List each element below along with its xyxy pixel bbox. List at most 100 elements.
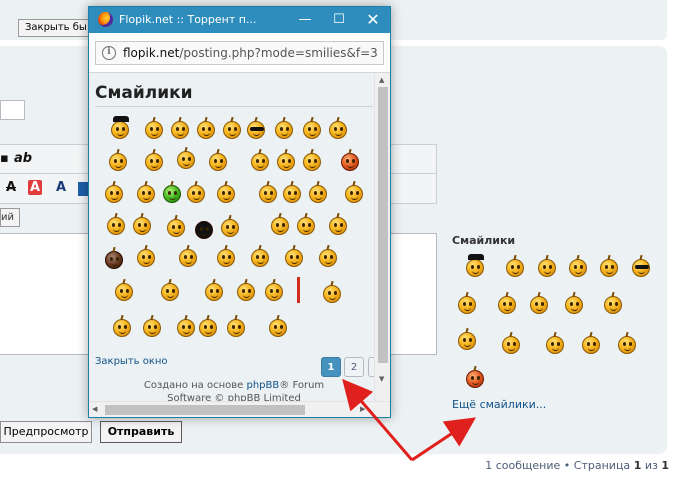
smiley-icon[interactable] (275, 116, 293, 139)
smiley-icon[interactable] (466, 254, 484, 277)
smiley-icon[interactable] (171, 116, 189, 139)
smiley-icon[interactable] (271, 212, 289, 235)
smiley-icon[interactable] (269, 314, 287, 337)
smiley-icon[interactable] (341, 148, 359, 171)
smiley-icon[interactable] (133, 212, 151, 235)
smiley-icon[interactable] (604, 291, 622, 314)
info-icon[interactable]: i (102, 46, 116, 60)
smiley-icon[interactable] (569, 254, 587, 277)
phpbb-link[interactable]: phpBB (247, 380, 280, 391)
smiley-icon[interactable] (265, 278, 283, 301)
smiley-icon[interactable] (618, 331, 636, 354)
smiley-icon[interactable] (297, 212, 315, 235)
smiley-icon[interactable] (137, 244, 155, 267)
smiley-icon[interactable] (113, 314, 131, 337)
smiley-icon[interactable] (251, 148, 269, 171)
smiley-icon[interactable] (498, 291, 516, 314)
strike-icon[interactable]: A (6, 180, 16, 195)
smiley-icon[interactable] (329, 116, 347, 139)
smiley-icon[interactable] (217, 244, 235, 267)
vertical-scrollbar[interactable]: ▲ ▼ (374, 73, 390, 401)
scroll-right-icon[interactable]: ▶ (360, 405, 365, 413)
smiley-icon[interactable] (458, 291, 476, 314)
smiley-icon[interactable] (221, 214, 239, 237)
smiley-icon[interactable] (466, 365, 484, 388)
smiley-icon[interactable] (319, 244, 337, 267)
scroll-down-icon[interactable]: ▼ (379, 375, 384, 383)
smiley-icon[interactable] (199, 314, 217, 337)
page-button-1[interactable]: 1 (321, 357, 341, 377)
smiley-icon[interactable] (237, 278, 255, 301)
smiley-icon[interactable] (209, 148, 227, 171)
page-button-2[interactable]: 2 (344, 357, 364, 377)
smiley-icon[interactable] (105, 246, 123, 269)
smiley-icon[interactable] (259, 180, 277, 203)
scroll-left-icon[interactable]: ◀ (92, 405, 97, 413)
window-titlebar[interactable]: Flopik.net :: Торрент п... — ☐ ✕ (89, 7, 390, 33)
font-size-icon[interactable]: A (56, 180, 66, 195)
preview-button[interactable]: Предпросмотр (0, 421, 92, 443)
smiley-icon[interactable] (145, 148, 163, 171)
smiley-icon[interactable] (277, 148, 295, 171)
smiley-icon[interactable] (600, 254, 618, 277)
smiley-icon[interactable] (345, 180, 363, 203)
smiley-icon[interactable] (247, 116, 265, 139)
bar-icon[interactable] (297, 277, 300, 303)
smiley-icon[interactable] (582, 331, 600, 354)
image-icon[interactable]: ▪ (0, 151, 9, 166)
smiley-icon[interactable] (546, 331, 564, 354)
smiley-icon[interactable] (329, 212, 347, 235)
smiley-icon[interactable] (309, 180, 327, 203)
smiley-icon[interactable] (145, 116, 163, 139)
smiley-icon[interactable] (323, 280, 341, 303)
smiley-icon[interactable] (105, 180, 123, 203)
smiley-icon[interactable] (161, 278, 179, 301)
maximize-icon[interactable]: ☐ (322, 7, 356, 33)
smiley-icon[interactable] (502, 331, 520, 354)
smiley-icon[interactable] (187, 180, 205, 203)
smiley-icon[interactable] (109, 148, 127, 171)
smiley-icon[interactable] (506, 254, 524, 277)
bomb-icon[interactable] (195, 221, 213, 239)
minimize-icon[interactable]: — (288, 7, 322, 33)
smiley-icon[interactable] (303, 148, 321, 171)
smiley-icon[interactable] (632, 254, 650, 277)
smiley-icon[interactable] (227, 314, 245, 337)
smiley-icon[interactable] (205, 278, 223, 301)
smiley-icon[interactable] (177, 314, 195, 337)
scroll-up-icon[interactable]: ▲ (379, 76, 384, 84)
smiley-icon[interactable] (223, 116, 241, 139)
smiley-icon[interactable] (143, 314, 161, 337)
smiley-icon[interactable] (177, 146, 195, 169)
smiley-icon[interactable] (251, 244, 269, 267)
submit-button[interactable]: Отправить (100, 421, 182, 443)
url-field[interactable]: i flopik.net/posting.php?mode=smilies&f=… (95, 41, 384, 65)
vertical-scroll-thumb[interactable] (378, 87, 388, 363)
smiley-icon[interactable] (115, 278, 133, 301)
smiley-icon[interactable] (565, 291, 583, 314)
smiley-icon[interactable] (283, 180, 301, 203)
smiley-icon[interactable] (303, 116, 321, 139)
smiley-icon[interactable] (530, 291, 548, 314)
smiley-icon[interactable] (458, 327, 476, 350)
smiley-icon[interactable] (111, 116, 129, 139)
subject-input[interactable] (0, 100, 25, 120)
smiley-icon[interactable] (107, 212, 125, 235)
smiley-icon[interactable] (285, 244, 303, 267)
close-window-link[interactable]: Закрыть окно (95, 356, 168, 367)
smiley-icon[interactable] (163, 180, 181, 203)
editor-extra-button[interactable]: ий (0, 208, 20, 227)
smiley-icon[interactable] (217, 180, 235, 203)
more-smilies-link[interactable]: Ещё смайлики... (452, 398, 546, 411)
smiley-icon[interactable] (137, 180, 155, 203)
close-icon[interactable]: ✕ (356, 7, 390, 33)
format-bold-icon[interactable]: ab (14, 151, 32, 166)
of-word: из (644, 459, 658, 472)
smiley-icon[interactable] (538, 254, 556, 277)
horizontal-scrollbar[interactable]: ◀ ▶ (89, 401, 390, 417)
horizontal-scroll-thumb[interactable] (105, 405, 305, 415)
smiley-icon[interactable] (197, 116, 215, 139)
font-color-icon[interactable]: A (28, 180, 43, 195)
smiley-icon[interactable] (179, 244, 197, 267)
smiley-icon[interactable] (167, 214, 185, 237)
